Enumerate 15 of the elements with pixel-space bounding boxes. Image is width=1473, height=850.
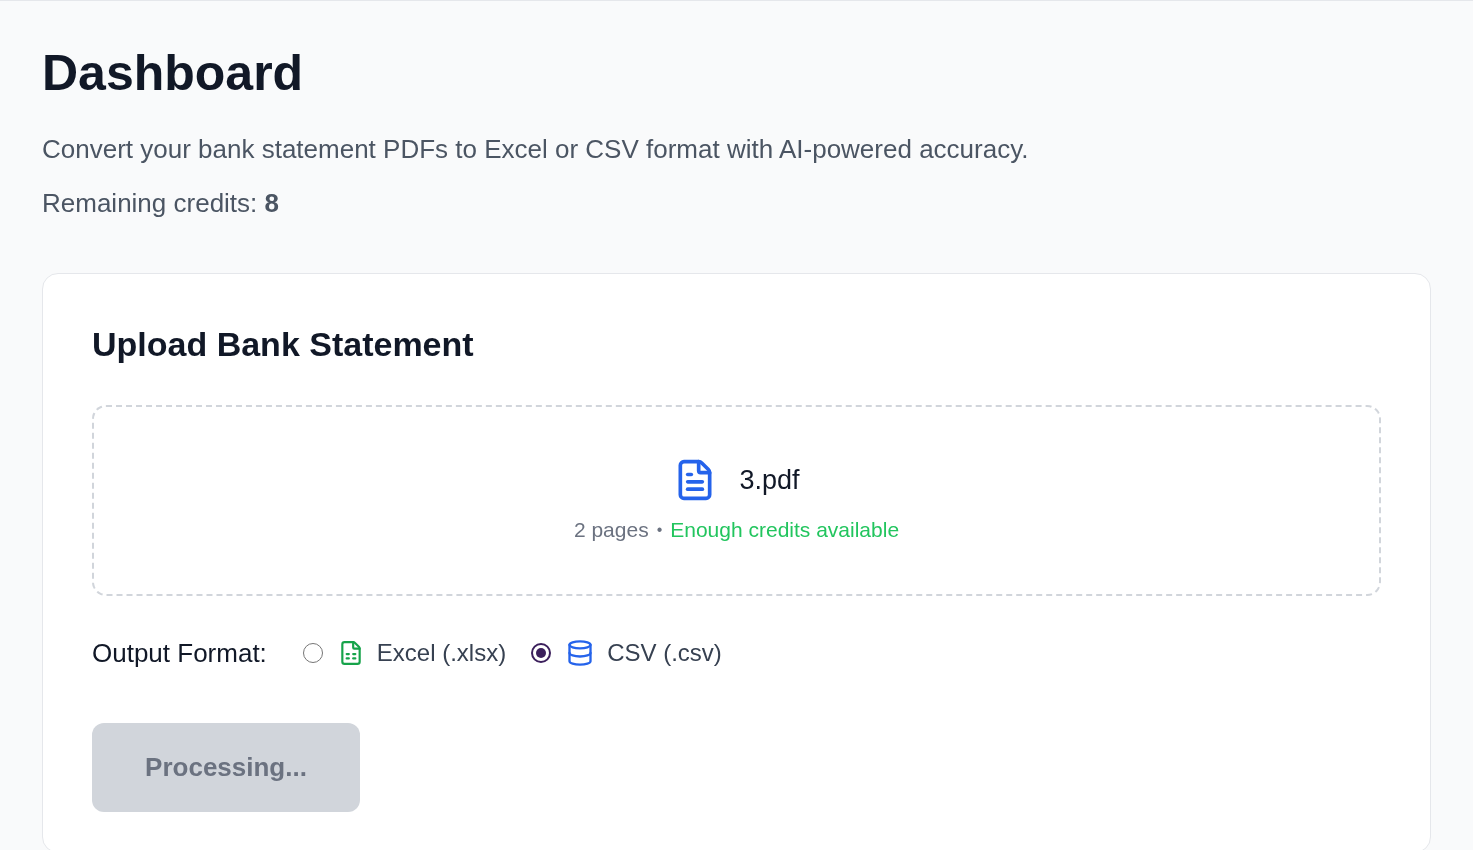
upload-dropzone[interactable]: 3.pdf 2 pages • Enough credits available (92, 405, 1381, 596)
file-name: 3.pdf (739, 463, 800, 497)
page-description: Convert your bank statement PDFs to Excel or CSV format with AI-powered accuracy. (42, 133, 1029, 165)
database-icon (566, 639, 595, 667)
format-option-label: CSV (.csv) (607, 638, 722, 668)
page-title: Dashboard (42, 48, 304, 98)
separator-dot: • (656, 519, 663, 540)
radio-button[interactable] (302, 643, 323, 663)
radio-button[interactable] (531, 643, 552, 663)
card-title: Upload Bank Statement (92, 324, 474, 364)
format-option-label: Excel (.xlsx) (376, 638, 507, 668)
page-count: 2 pages (573, 516, 649, 543)
output-format-label: Output Format: (92, 637, 267, 669)
credits-status: Enough credits available (670, 516, 900, 543)
remaining-credits: Remaining credits: 8 (42, 187, 279, 219)
